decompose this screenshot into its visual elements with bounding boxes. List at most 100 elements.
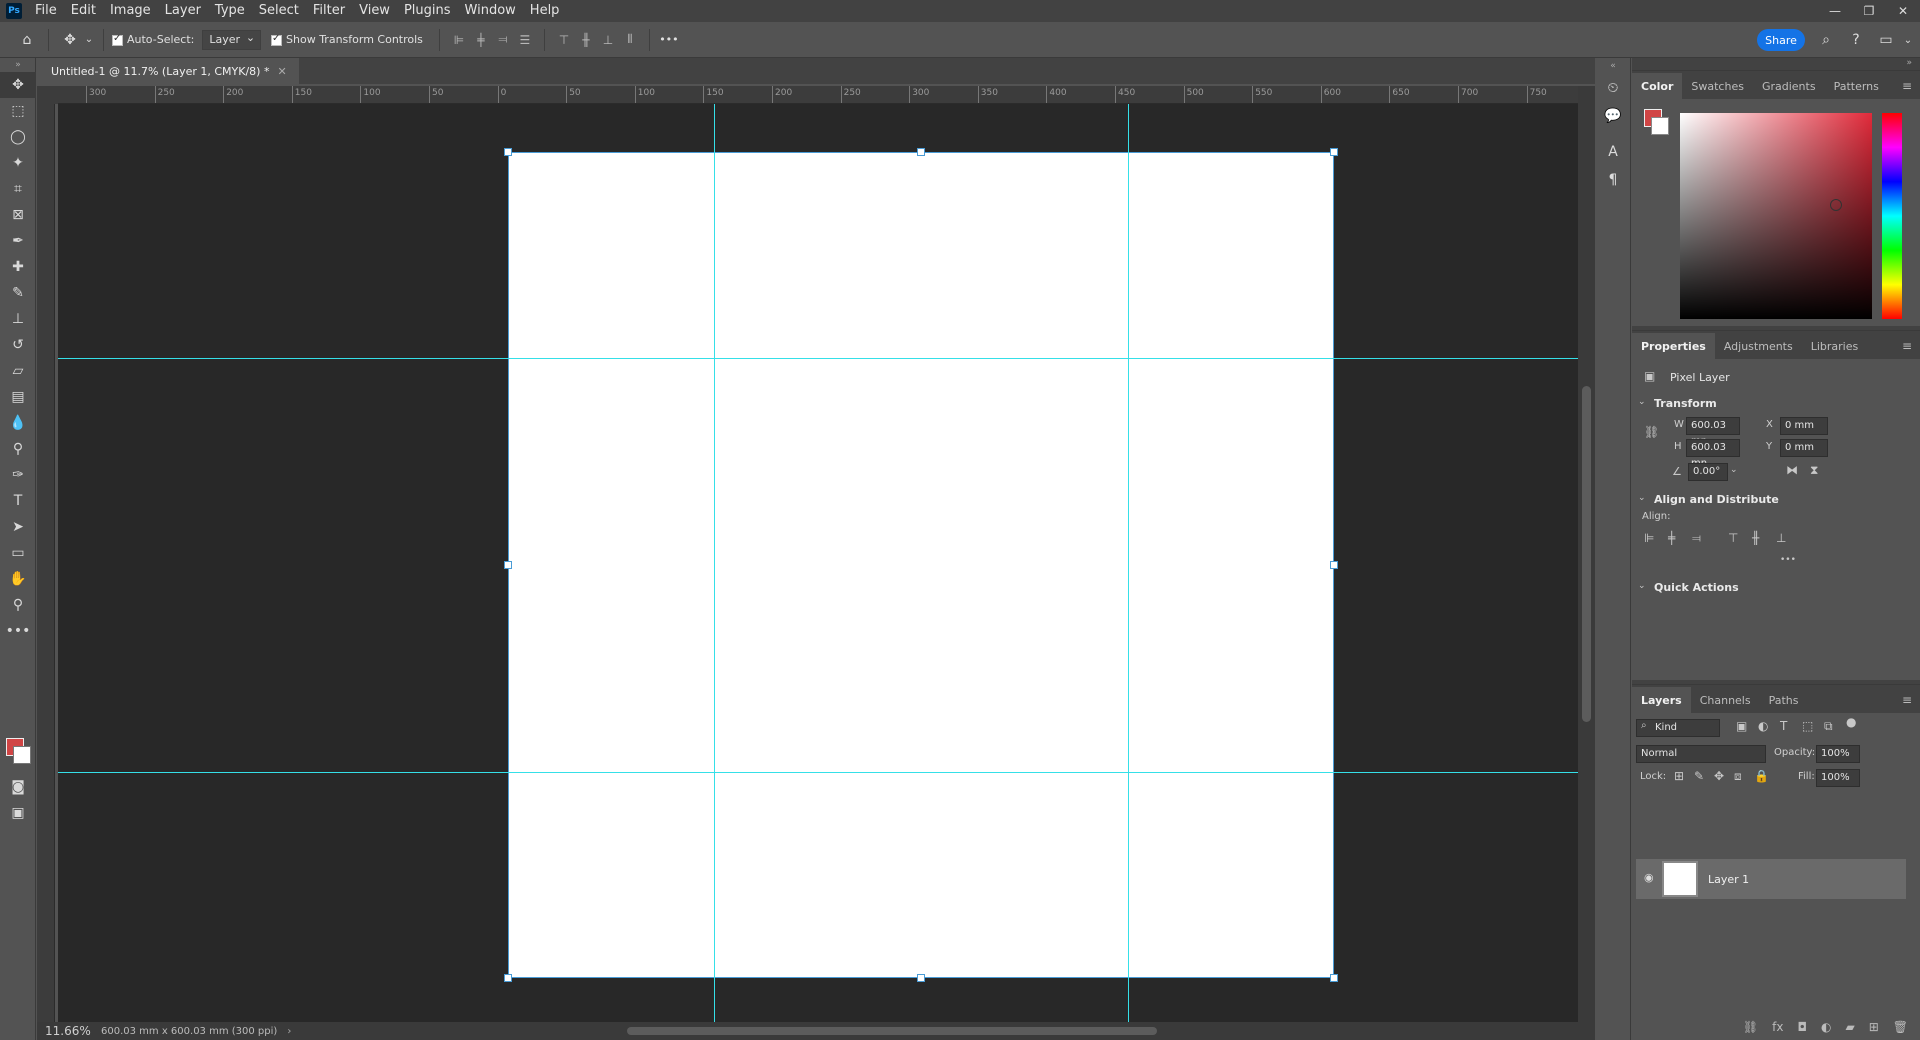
adjustment-layer-icon[interactable]: ◐	[1821, 1020, 1831, 1034]
align-bottom-icon[interactable]: ⊥	[597, 29, 619, 51]
horizontal-ruler[interactable]: 300 250 200 150 100 50 0 50 100 150 200 250 300 350 40…	[58, 86, 1578, 104]
opacity-field[interactable]: 100%	[1816, 745, 1860, 763]
clone-stamp-tool-icon[interactable]: ⊥	[0, 306, 36, 332]
type-tool-icon[interactable]: T	[0, 488, 36, 514]
close-window-icon[interactable]: ✕	[1886, 0, 1920, 22]
color-picker-cursor[interactable]	[1830, 199, 1842, 211]
document-tab[interactable]: Untitled-1 @ 11.7% (Layer 1, CMYK/8) * ✕	[37, 58, 299, 84]
quick-actions-title[interactable]: Quick Actions	[1654, 581, 1739, 594]
hand-tool-icon[interactable]: ✋	[0, 566, 36, 592]
filter-toggle-icon[interactable]: ●	[1846, 715, 1856, 729]
pen-tool-icon[interactable]: ✑	[0, 462, 36, 488]
transform-handle[interactable]	[504, 148, 512, 156]
zoom-tool-icon[interactable]: ⚲	[0, 592, 36, 618]
tab-properties[interactable]: Properties	[1632, 333, 1715, 359]
paragraph-panel-icon[interactable]: ¶	[1595, 166, 1631, 194]
distribute-vertical-icon[interactable]: ☰	[514, 29, 536, 51]
more-options-icon[interactable]: •••	[1780, 555, 1796, 565]
crop-tool-icon[interactable]: ⌗	[0, 176, 36, 202]
workspace-icon[interactable]: ▭	[1876, 30, 1896, 50]
delete-layer-icon[interactable]: 🗑	[1893, 1020, 1908, 1034]
edit-toolbar-icon[interactable]: •••	[0, 618, 36, 644]
tab-adjustments[interactable]: Adjustments	[1715, 333, 1802, 359]
path-selection-tool-icon[interactable]: ➤	[0, 514, 36, 540]
comments-panel-icon[interactable]: 💬	[1595, 102, 1631, 130]
flip-horizontal-icon[interactable]: ⧓	[1786, 463, 1798, 477]
move-tool-icon[interactable]: ✥	[0, 72, 36, 98]
marquee-tool-icon[interactable]: ⬚	[0, 98, 36, 124]
align-center-h-icon[interactable]: ╪	[470, 29, 492, 51]
background-color-swatch[interactable]	[13, 746, 31, 764]
menu-edit[interactable]: Edit	[64, 0, 103, 22]
zoom-level[interactable]: 11.66%	[37, 1024, 91, 1038]
canvas-area[interactable]	[58, 104, 1578, 1022]
menu-view[interactable]: View	[352, 0, 397, 22]
fill-field[interactable]: 100%	[1816, 769, 1860, 787]
transform-handle[interactable]	[504, 561, 512, 569]
collapse-panel-icon[interactable]: »	[0, 58, 36, 72]
lock-all-icon[interactable]: 🔒	[1754, 769, 1769, 783]
document-canvas[interactable]	[508, 152, 1334, 978]
chevron-down-icon[interactable]: ⌄	[1898, 30, 1918, 50]
align-right-icon[interactable]: ⫤	[492, 29, 514, 51]
color-picker-field[interactable]	[1680, 113, 1872, 319]
frame-tool-icon[interactable]: ⊠	[0, 202, 36, 228]
align-section-title[interactable]: Align and Distribute	[1654, 493, 1779, 506]
vertical-ruler[interactable]	[37, 104, 55, 1022]
transform-section-title[interactable]: Transform	[1654, 397, 1717, 410]
link-layers-icon[interactable]: ⛓	[1743, 1020, 1758, 1034]
panel-menu-icon[interactable]: ≡	[1902, 339, 1912, 353]
lock-artboard-icon[interactable]: ⧈	[1734, 769, 1742, 784]
new-layer-icon[interactable]: ⊞	[1869, 1020, 1879, 1034]
chevron-down-icon[interactable]: ⌄	[1638, 397, 1646, 407]
layer-name[interactable]: Layer 1	[1708, 873, 1749, 886]
magic-wand-tool-icon[interactable]: ✦	[0, 150, 36, 176]
chevron-down-icon[interactable]: ⌄	[1730, 465, 1738, 475]
screen-mode-icon[interactable]: ▣	[0, 800, 36, 826]
horizontal-guide[interactable]	[58, 358, 1578, 359]
background-color-swatch[interactable]	[1651, 117, 1669, 135]
search-icon[interactable]: ⌕	[1816, 30, 1836, 50]
vertical-scrollbar[interactable]	[1578, 86, 1595, 1022]
scrollbar-thumb[interactable]	[1582, 386, 1591, 722]
filter-pixel-icon[interactable]: ▣	[1736, 719, 1747, 733]
show-transform-checkbox[interactable]	[271, 33, 283, 46]
tab-swatches[interactable]: Swatches	[1682, 73, 1753, 99]
menu-file[interactable]: File	[28, 0, 64, 22]
more-options-icon[interactable]: •••	[658, 29, 680, 51]
transform-handle[interactable]	[1330, 148, 1338, 156]
chevron-down-icon[interactable]: ⌄	[1638, 493, 1646, 503]
add-mask-icon[interactable]: ◘	[1797, 1020, 1807, 1034]
healing-brush-tool-icon[interactable]: ✚	[0, 254, 36, 280]
tab-libraries[interactable]: Libraries	[1802, 333, 1868, 359]
horizontal-scrollbar-thumb[interactable]	[627, 1027, 1157, 1035]
vertical-guide[interactable]	[1128, 104, 1129, 1022]
filter-type-icon[interactable]: T	[1780, 719, 1787, 733]
tab-channels[interactable]: Channels	[1691, 687, 1760, 713]
align-left-icon[interactable]: ⊫	[448, 29, 470, 51]
filter-adjustment-icon[interactable]: ◐	[1758, 719, 1768, 733]
tab-paths[interactable]: Paths	[1760, 687, 1808, 713]
align-left-icon[interactable]: ⊫	[1644, 531, 1654, 545]
menu-layer[interactable]: Layer	[158, 0, 208, 22]
menu-image[interactable]: Image	[103, 0, 158, 22]
panel-menu-icon[interactable]: ≡	[1902, 693, 1912, 707]
tab-color[interactable]: Color	[1632, 73, 1683, 99]
lock-pixels-icon[interactable]: ✎	[1694, 769, 1704, 783]
transform-handle[interactable]	[917, 148, 925, 156]
align-right-icon[interactable]: ⫤	[1692, 531, 1701, 546]
flip-vertical-icon[interactable]: ⧗	[1810, 463, 1818, 478]
transform-handle[interactable]	[917, 974, 925, 982]
layer-row[interactable]: ◉ Layer 1	[1636, 859, 1906, 899]
transform-handle[interactable]	[1330, 561, 1338, 569]
align-top-icon[interactable]: ⊤	[553, 29, 575, 51]
tab-patterns[interactable]: Patterns	[1825, 73, 1888, 99]
distribute-horizontal-icon[interactable]: ⫴	[619, 29, 641, 51]
menu-plugins[interactable]: Plugins	[397, 0, 458, 22]
layer-filter-dropdown[interactable]: Kind	[1636, 719, 1720, 737]
history-brush-tool-icon[interactable]: ↺	[0, 332, 36, 358]
menu-type[interactable]: Type	[208, 0, 252, 22]
link-icon[interactable]: ⛓	[1644, 425, 1659, 439]
y-field[interactable]: 0 mm	[1780, 439, 1828, 457]
hue-slider[interactable]	[1882, 113, 1902, 319]
